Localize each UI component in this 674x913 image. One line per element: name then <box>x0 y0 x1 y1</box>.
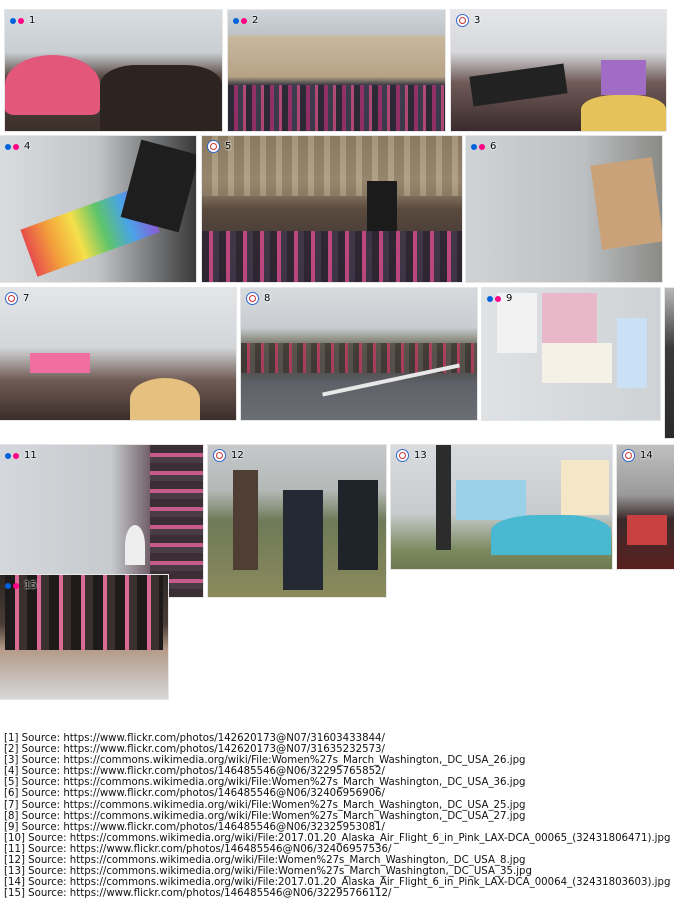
flickr-icon <box>471 143 477 150</box>
flickr-icon-dot <box>241 17 247 24</box>
source-line: [13] Source: https://commons.wikimedia.o… <box>4 866 532 878</box>
source-badge: 2 <box>233 14 258 27</box>
photo-street-march <box>241 288 477 420</box>
photo-tile-4[interactable]: 4 <box>0 136 196 282</box>
photo-tile-14[interactable]: 14 <box>617 445 674 569</box>
tile-number: 15 <box>24 580 37 591</box>
source-line: [9] Source: https://www.flickr.com/photo… <box>4 821 385 833</box>
photo-tile-12[interactable]: 12 <box>208 445 386 597</box>
photo-tile-7[interactable]: 7 <box>0 288 236 420</box>
tile-number: 12 <box>231 450 244 461</box>
wikimedia-icon <box>246 292 259 305</box>
flickr-icon-dot <box>13 452 19 459</box>
photo-tile-9[interactable]: 9 <box>482 288 660 420</box>
tile-number: 13 <box>414 450 427 461</box>
source-badge: 15 <box>5 579 37 592</box>
flickr-icon <box>5 452 11 459</box>
photo-tile-5[interactable]: 5 <box>202 136 462 282</box>
wikimedia-icon <box>456 14 469 27</box>
tile-number: 11 <box>24 450 37 461</box>
photo-tile-1[interactable]: 1 <box>5 10 222 131</box>
source-badge: 4 <box>5 140 30 153</box>
tile-number: 8 <box>264 293 271 304</box>
tile-number: 1 <box>29 15 36 26</box>
wikimedia-icon <box>396 449 409 462</box>
photo-crowd-pink-hat <box>5 10 222 131</box>
photo-group-upside-down <box>0 575 168 699</box>
photo-signs-matter <box>451 10 666 131</box>
source-badge: 1 <box>10 14 35 27</box>
flickr-icon-dot <box>13 582 19 589</box>
source-list: [1] Source: https://www.flickr.com/photo… <box>4 733 674 899</box>
photo-tile-13[interactable]: 13 <box>391 445 612 569</box>
wikimedia-icon <box>622 449 635 462</box>
source-line: [4] Source: https://www.flickr.com/photo… <box>4 766 385 778</box>
tile-number: 3 <box>474 15 481 26</box>
photo-tile-15[interactable]: 15 <box>0 575 168 699</box>
source-line: [5] Source: https://commons.wikimedia.or… <box>4 777 526 789</box>
source-line: [12] Source: https://commons.wikimedia.o… <box>4 855 526 867</box>
source-line: [6] Source: https://www.flickr.com/photo… <box>4 788 385 800</box>
photo-capitol-crowd <box>0 288 236 420</box>
source-line: [15] Source: https://www.flickr.com/phot… <box>4 888 392 900</box>
source-badge: 14 <box>622 449 653 462</box>
source-line: [14] Source: https://commons.wikimedia.o… <box>4 877 671 889</box>
flickr-icon-dot <box>13 143 19 150</box>
photo-airplane-cabin <box>617 445 674 569</box>
flickr-icon <box>5 582 11 589</box>
flickr-icon-dot <box>495 295 501 302</box>
tile-number: 7 <box>23 293 30 304</box>
tile-number: 6 <box>490 141 497 152</box>
wikimedia-icon <box>5 292 18 305</box>
photo-rainbow-sign <box>0 136 196 282</box>
tile-number: 2 <box>252 15 259 26</box>
source-badge: 7 <box>5 292 29 305</box>
tile-number: 5 <box>225 141 232 152</box>
photo-metro-station <box>202 136 462 282</box>
source-badge: 13 <box>396 449 427 462</box>
source-line: [2] Source: https://www.flickr.com/photo… <box>4 744 385 756</box>
wikimedia-icon <box>213 449 226 462</box>
photo-airplane-partial <box>665 288 674 438</box>
source-line: [10] Source: https://commons.wikimedia.o… <box>4 832 671 844</box>
flickr-icon <box>487 295 493 302</box>
flickr-icon-dot <box>479 143 485 150</box>
source-line: [11] Source: https://www.flickr.com/phot… <box>4 843 392 855</box>
tile-number: 14 <box>640 450 653 461</box>
tile-number: 9 <box>506 293 513 304</box>
photo-interview-camera <box>208 445 386 597</box>
photo-building-crowd <box>228 10 445 131</box>
source-badge: 3 <box>456 14 480 27</box>
source-badge: 9 <box>487 292 512 305</box>
source-line: [8] Source: https://commons.wikimedia.or… <box>4 810 526 822</box>
photo-tile-8[interactable]: 8 <box>241 288 477 420</box>
source-line: [1] Source: https://www.flickr.com/photo… <box>4 733 385 744</box>
source-badge: 8 <box>246 292 270 305</box>
tile-number: 4 <box>24 141 31 152</box>
photo-tile-2[interactable]: 2 <box>228 10 445 131</box>
photo-whale-sign <box>391 445 612 569</box>
source-line: [3] Source: https://commons.wikimedia.or… <box>4 755 526 767</box>
flickr-icon <box>233 17 239 24</box>
source-badge: 11 <box>5 449 37 462</box>
flickr-icon <box>10 17 16 24</box>
photo-tile-3[interactable]: 3 <box>451 10 666 131</box>
source-line: [7] Source: https://commons.wikimedia.or… <box>4 799 526 811</box>
photo-tile-6[interactable]: 6 <box>466 136 662 282</box>
source-badge: 6 <box>471 140 496 153</box>
source-badge: 12 <box>213 449 244 462</box>
flickr-icon <box>5 143 11 150</box>
flickr-icon-dot <box>18 17 24 24</box>
photo-trees-sign <box>466 136 662 282</box>
photo-tile-10-partial[interactable] <box>665 288 674 438</box>
photo-science-signs <box>482 288 660 420</box>
wikimedia-icon <box>207 140 220 153</box>
source-badge: 5 <box>207 140 231 153</box>
